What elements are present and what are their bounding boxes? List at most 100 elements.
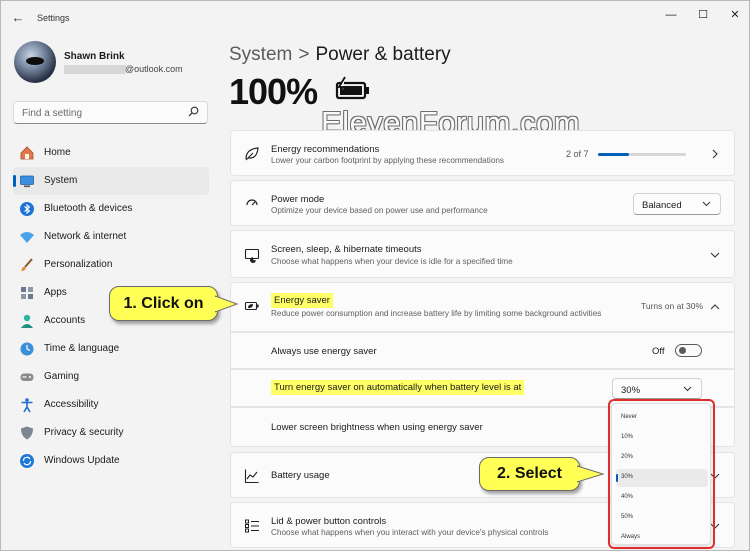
sidebar-item-personalization[interactable]: Personalization [13, 251, 209, 279]
back-button[interactable]: ← [9, 9, 27, 27]
card-title: Battery usage [271, 470, 330, 481]
energy-saver-icon [244, 298, 260, 314]
bluetooth-icon [19, 201, 35, 217]
always-use-energy-saver-toggle[interactable] [675, 344, 702, 357]
screen-sleep-card[interactable]: Screen, sleep, & hibernate timeouts Choo… [230, 230, 735, 278]
home-icon [19, 145, 35, 161]
page-title: Power & battery [315, 44, 451, 65]
wifi-icon [19, 229, 35, 245]
breadcrumb: System > Power & battery [229, 44, 451, 66]
sidebar-item-time-language[interactable]: Time & language [13, 335, 209, 363]
card-description: Choose what happens when your device is … [271, 257, 513, 266]
dropdown-value: 30% [621, 385, 641, 396]
sidebar-item-label: Home [44, 147, 71, 158]
email-redaction [64, 65, 126, 74]
card-description: Lower your carbon footprint by applying … [271, 156, 505, 165]
globe-clock-icon [19, 341, 35, 357]
sidebar-item-label: Gaming [44, 371, 80, 382]
chart-icon [244, 468, 260, 484]
always-use-energy-saver-row: Always use energy saver Off [230, 332, 735, 369]
callout-pointer [215, 295, 239, 313]
sidebar-item-label: System [44, 175, 78, 186]
callout-pointer [577, 465, 605, 483]
title-bar: ← Settings — ☐ ✕ [1, 1, 749, 33]
always-use-label: Always use energy saver [271, 346, 377, 357]
card-description: Reduce power consumption and increase ba… [271, 309, 602, 318]
shield-icon [19, 425, 35, 441]
card-description: Optimize your device based on power use … [271, 206, 488, 215]
user-name: Shawn Brink [64, 51, 125, 62]
update-icon [19, 453, 35, 469]
auto-energy-saver-label: Turn energy saver on automatically when … [271, 380, 525, 395]
progress-bar [598, 153, 686, 156]
sidebar-item-bluetooth[interactable]: Bluetooth & devices [13, 195, 209, 223]
app-title: Settings [37, 13, 70, 23]
chevron-down-icon [710, 250, 720, 260]
battery-percentage: 100% [229, 71, 318, 112]
progress-count: 2 of 7 [566, 149, 589, 159]
sidebar-item-windows-update[interactable]: Windows Update [13, 447, 209, 475]
breadcrumb-system[interactable]: System [229, 44, 292, 65]
maximize-button[interactable]: ☐ [685, 5, 721, 25]
card-title: Energy recommendations [271, 144, 380, 155]
energy-saver-card[interactable]: Energy saver Reduce power consumption an… [230, 282, 735, 332]
energy-recommendations-card[interactable]: Energy recommendations Lower your carbon… [230, 130, 735, 176]
avatar[interactable] [14, 41, 56, 83]
sidebar-item-label: Bluetooth & devices [44, 203, 133, 214]
power-mode-card: Power mode Optimize your device based on… [230, 180, 735, 226]
energy-saver-title: Energy saver [271, 293, 333, 308]
search-input[interactable]: Find a setting [13, 101, 208, 124]
chevron-down-icon [702, 199, 711, 210]
chevron-right-icon [710, 149, 720, 159]
close-button[interactable]: ✕ [717, 5, 749, 25]
dropdown-value: Balanced [642, 200, 682, 211]
card-title: Screen, sleep, & hibernate timeouts [271, 244, 422, 255]
brush-icon [19, 257, 35, 273]
list-icon [244, 518, 260, 534]
toggle-knob [679, 347, 686, 354]
sidebar-item-label: Accessibility [44, 399, 99, 410]
battery-level-dropdown[interactable]: 30% [612, 378, 702, 399]
apps-icon [19, 285, 35, 301]
sidebar-item-label: Apps [44, 287, 67, 298]
gamepad-icon [19, 369, 35, 385]
sidebar-item-label: Network & internet [44, 231, 127, 242]
leaf-icon [244, 146, 260, 162]
settings-window: ← Settings — ☐ ✕ Shawn Brink @outlook.co… [0, 0, 750, 551]
sidebar-item-privacy[interactable]: Privacy & security [13, 419, 209, 447]
sidebar-item-accessibility[interactable]: Accessibility [13, 391, 209, 419]
lower-brightness-label: Lower screen brightness when using energ… [271, 422, 483, 433]
annotation-highlight-box [608, 399, 715, 549]
sleep-icon [244, 247, 260, 263]
card-title: Lid & power button controls [271, 516, 387, 527]
card-description: Choose what happens when you interact wi… [271, 528, 549, 537]
sidebar-item-label: Personalization [44, 259, 113, 270]
progress-bar-fill [598, 153, 629, 156]
auto-energy-saver-text: Turn energy saver on automatically when … [271, 380, 525, 395]
power-mode-dropdown[interactable]: Balanced [633, 193, 721, 215]
callout-select: 2. Select [479, 457, 580, 491]
search-placeholder: Find a setting [22, 108, 83, 119]
sidebar-item-label: Windows Update [44, 455, 120, 466]
toggle-state-label: Off [652, 346, 665, 357]
search-icon [188, 106, 199, 120]
accessibility-icon [19, 397, 35, 413]
sidebar-item-system[interactable]: System [13, 167, 209, 195]
sidebar-item-network[interactable]: Network & internet [13, 223, 209, 251]
energy-saver-status: Turns on at 30% [641, 301, 704, 311]
minimize-button[interactable]: — [653, 5, 689, 25]
card-title: Power mode [271, 194, 325, 205]
sidebar-item-label: Accounts [44, 315, 86, 326]
accounts-icon [19, 313, 35, 329]
chevron-down-icon [683, 384, 692, 395]
sidebar-item-label: Time & language [44, 343, 120, 354]
sidebar-item-home[interactable]: Home [13, 139, 209, 167]
power-mode-icon [244, 196, 260, 212]
callout-click-on: 1. Click on [109, 286, 218, 321]
card-title: Energy saver [271, 293, 333, 308]
sidebar-item-label: Privacy & security [44, 427, 124, 438]
user-email: @outlook.com [125, 64, 183, 74]
battery-charging-icon [335, 76, 371, 102]
sidebar-item-gaming[interactable]: Gaming [13, 363, 209, 391]
chevron-up-icon [710, 302, 720, 312]
